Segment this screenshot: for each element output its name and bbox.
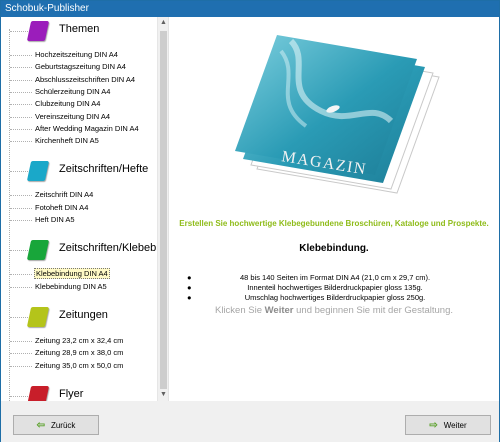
footer-bar: ⇦ Zurück ⇨ Weiter <box>1 401 499 442</box>
tree-item[interactable]: Klebebindung DIN A5 <box>1 281 157 293</box>
tree-item[interactable]: Zeitung 23,2 cm x 32,4 cm <box>1 335 157 347</box>
category-label: Zeitschriften/Klebebindung <box>59 242 168 255</box>
category-label: Flyer <box>59 387 84 400</box>
tree-item[interactable]: Heft DIN A5 <box>1 214 157 226</box>
tree-item[interactable]: Zeitung 28,9 cm x 38,0 cm <box>1 347 157 359</box>
category-label: Zeitschriften/Hefte <box>59 163 149 176</box>
category-1[interactable]: Zeitschriften/Hefte <box>1 157 157 185</box>
feature-item: ● 48 bis 140 Seiten im Format DIN A4 (21,… <box>187 273 431 282</box>
bullet-icon: ● <box>187 273 192 282</box>
tree-item-label: Vereinszeitung DIN A4 <box>35 111 111 121</box>
magazine-icon <box>26 239 50 261</box>
tree-item-label: Kirchenheft DIN A5 <box>35 136 99 146</box>
arrow-left-icon: ⇦ <box>36 419 45 431</box>
magazine-icon <box>26 385 50 401</box>
main-panel: MAGAZIN Erstellen Sie hochwertige Klebeg… <box>169 17 499 401</box>
tree-item-label: Klebebindung DIN A4 <box>34 268 110 280</box>
tree-item-label: Geburtstagszeitung DIN A4 <box>35 62 126 72</box>
content-area: Themen Hochzeitszeitung DIN A4 Geburtstags… <box>1 17 499 401</box>
tree-item[interactable]: Geburtstagszeitung DIN A4 <box>1 61 157 73</box>
headline: Erstellen Sie hochwertige Klebegebundene… <box>179 219 489 228</box>
tree-item-label: Zeitung 23,2 cm x 32,4 cm <box>35 335 124 345</box>
tree-item-label: Schülerzeitung DIN A4 <box>35 86 111 96</box>
bullet-icon: ● <box>187 293 192 302</box>
tree-item[interactable]: Hochzeitszeitung DIN A4 <box>1 49 157 61</box>
tree-item[interactable]: Clubzeitung DIN A4 <box>1 98 157 110</box>
category-2[interactable]: Zeitschriften/Klebebindung <box>1 236 168 264</box>
scroll-up-icon[interactable]: ▲ <box>158 17 168 29</box>
tree-item[interactable]: Klebebindung DIN A4 <box>1 268 157 280</box>
tree-item[interactable]: Zeitschrift DIN A4 <box>1 189 157 201</box>
tree-item-label: Zeitung 35,0 cm x 50,0 cm <box>35 360 124 370</box>
category-3[interactable]: Zeitungen <box>1 303 157 331</box>
call-to-action: Klicken Sie Weiter und beginnen Sie mit … <box>214 305 453 316</box>
arrow-right-icon: ⇨ <box>429 419 438 431</box>
category-0[interactable]: Themen <box>1 17 157 45</box>
feature-item: ● Umschlag hochwertiges Bilderdruckpapier… <box>187 293 426 302</box>
category-tree: Themen Hochzeitszeitung DIN A4 Geburtstags… <box>1 17 168 401</box>
category-label: Zeitungen <box>59 308 108 321</box>
magazine-icon <box>26 160 50 182</box>
category-label: Themen <box>59 23 100 35</box>
category-4[interactable]: Flyer <box>1 382 157 401</box>
magazine-icon <box>26 306 50 328</box>
feature-item: ● Innenteil hochwertiges Bilderdruckpapie… <box>187 283 423 292</box>
tree-item-label: Clubzeitung DIN A4 <box>35 99 101 109</box>
title-bar: Schobuk-Publisher <box>1 1 499 17</box>
magazine-stack-image: MAGAZIN <box>235 35 440 194</box>
tree-item-label: Fotoheft DIN A4 <box>35 202 89 212</box>
tree-item-label: Zeitung 28,9 cm x 38,0 cm <box>35 348 124 358</box>
subhead: Klebebindung. <box>299 243 369 254</box>
tree-item[interactable]: Kirchenheft DIN A5 <box>1 135 157 147</box>
tree-item-label: Hochzeitszeitung DIN A4 <box>35 50 118 59</box>
feature-list: ● 48 bis 140 Seiten im Format DIN A4 (21,… <box>185 273 485 303</box>
tree-item[interactable]: Schülerzeitung DIN A4 <box>1 86 157 98</box>
tree-item-label: After Wedding Magazin DIN A4 <box>35 123 139 133</box>
sidebar: Themen Hochzeitszeitung DIN A4 Geburtstags… <box>1 17 169 401</box>
tree-item[interactable]: Vereinszeitung DIN A4 <box>1 111 157 123</box>
tree-item-label: Abschlusszeitschriften DIN A4 <box>35 74 136 84</box>
sidebar-scrollbar[interactable]: ▲ ▼ <box>157 17 168 401</box>
tree-item[interactable]: Abschlusszeitschriften DIN A4 <box>1 74 157 86</box>
app-window: Schobuk-Publisher Themen Hochzeitszeitung… <box>0 0 500 442</box>
tree-item[interactable]: Fotoheft DIN A4 <box>1 202 157 214</box>
tree-item-label: Klebebindung DIN A5 <box>35 281 107 291</box>
scroll-thumb[interactable] <box>160 31 167 389</box>
tree-item-label: Zeitschrift DIN A4 <box>35 190 94 200</box>
bullet-icon: ● <box>187 283 192 292</box>
tree-item-label: Heft DIN A5 <box>35 215 75 224</box>
tree-item[interactable]: Zeitung 35,0 cm x 50,0 cm <box>1 360 157 372</box>
tree-item[interactable]: After Wedding Magazin DIN A4 <box>1 123 157 135</box>
scroll-down-icon[interactable]: ▼ <box>158 389 168 401</box>
next-button[interactable]: ⇨ Weiter <box>405 415 491 435</box>
back-button[interactable]: ⇦ Zurück <box>13 415 99 435</box>
magazine-icon <box>26 20 50 42</box>
